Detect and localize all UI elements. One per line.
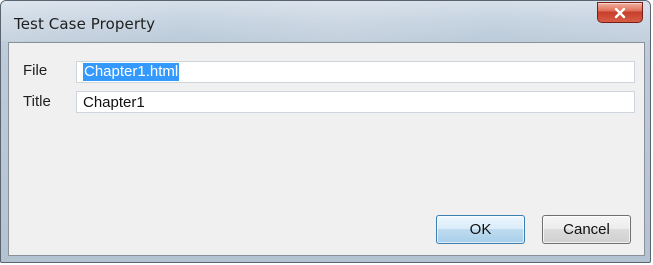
window-title: Test Case Property [14,15,156,33]
close-button[interactable] [597,2,643,23]
file-label: File [23,62,48,79]
dialog-content: File Chapter1.html Title Chapter1 OK Can… [8,42,645,256]
file-field-value: Chapter1.html [83,63,180,81]
cancel-button[interactable]: Cancel [542,215,631,244]
dialog-window: Test Case Property File Chapter1.html Ti… [0,0,651,263]
file-field[interactable]: Chapter1.html [76,61,635,83]
ok-button[interactable]: OK [436,215,525,244]
close-icon [614,7,626,18]
title-label: Title [23,93,51,110]
title-field-value: Chapter1 [83,93,145,111]
title-bar: Test Case Property [1,1,650,41]
title-field[interactable]: Chapter1 [76,91,635,113]
